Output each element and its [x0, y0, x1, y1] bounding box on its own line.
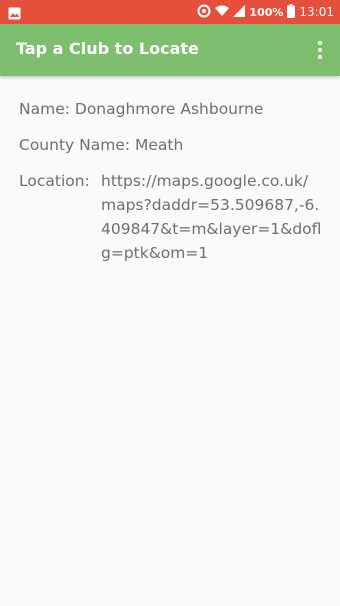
- more-vert-icon[interactable]: [308, 36, 332, 64]
- clock: 13:01: [299, 5, 334, 19]
- location-label: Location:: [19, 172, 90, 190]
- status-bar: 100% 13:01: [0, 0, 340, 24]
- location-row: Location: https://maps.google.co.uk/maps…: [19, 169, 329, 265]
- battery-percent: 100%: [249, 5, 284, 19]
- page-title: Tap a Club to Locate: [16, 39, 199, 58]
- battery-icon: [287, 3, 296, 21]
- location-link[interactable]: https://maps.google.co.uk/maps?daddr=53.…: [101, 169, 323, 265]
- wifi-icon: [215, 5, 230, 20]
- county-name: County Name: Meath: [19, 136, 184, 154]
- image-icon: [8, 5, 21, 24]
- club-name: Name: Donaghmore Ashbourne: [19, 100, 264, 118]
- signal-icon: [233, 4, 246, 20]
- app-bar: Tap a Club to Locate: [0, 24, 340, 76]
- club-details: Name: Donaghmore Ashbourne County Name: …: [19, 97, 329, 277]
- data-saver-icon: [197, 4, 211, 21]
